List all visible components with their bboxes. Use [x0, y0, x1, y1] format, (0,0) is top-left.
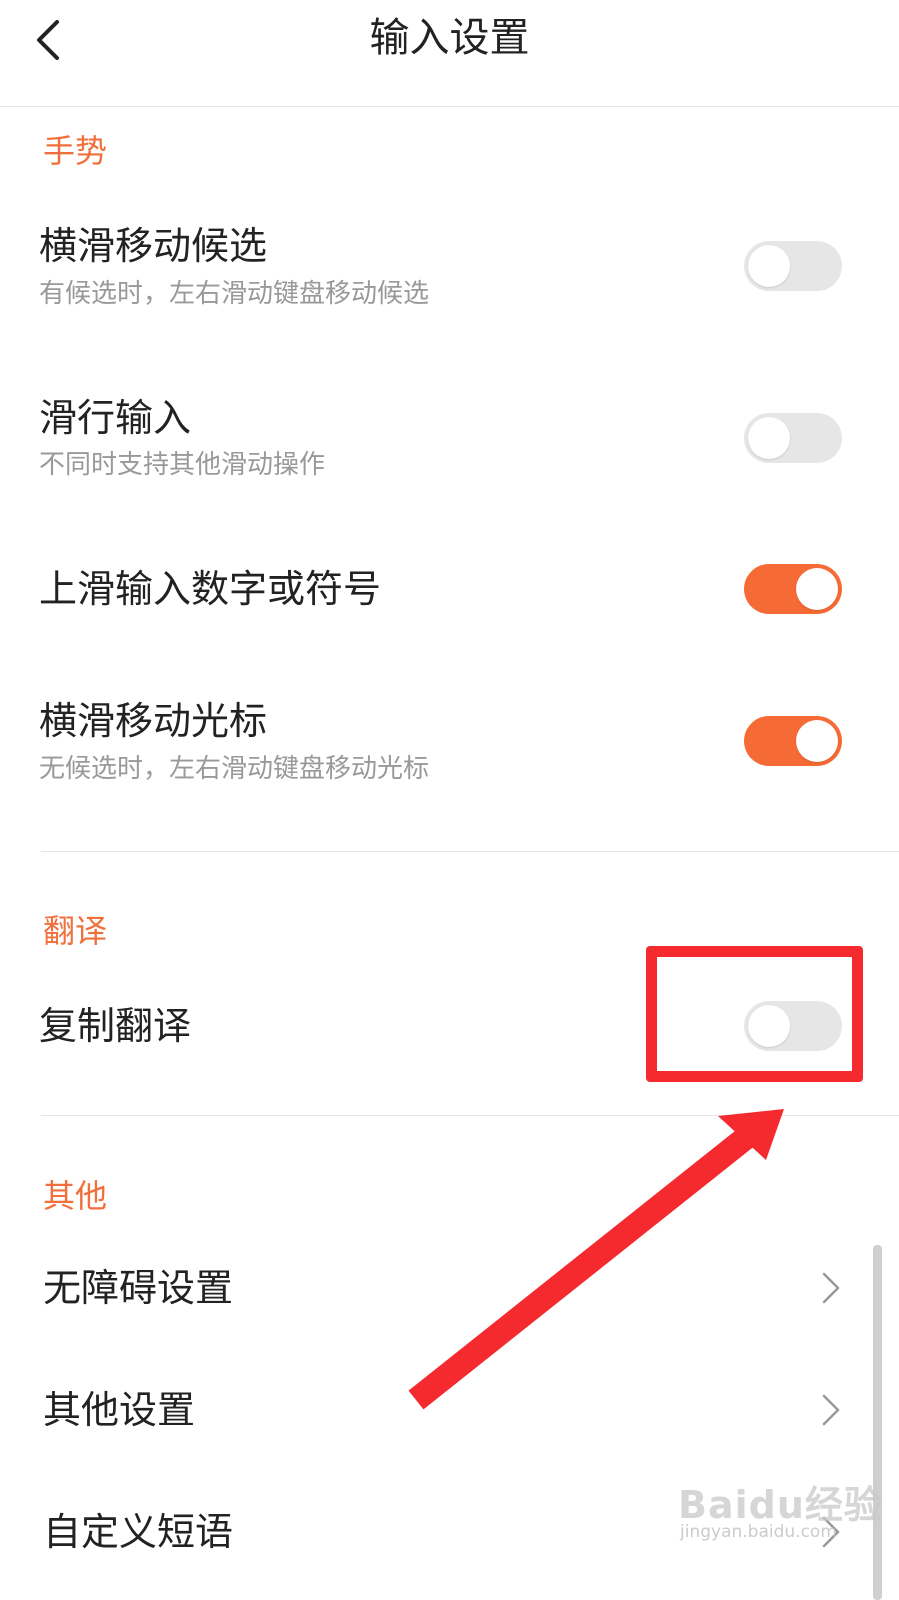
setting-subtitle: 无候选时，左右滑动键盘移动光标: [39, 754, 430, 784]
section-divider: [41, 851, 899, 852]
setting-title: 其他设置: [43, 1388, 196, 1432]
chevron-right-icon: [822, 1516, 840, 1548]
page-title: 输入设置: [369, 15, 530, 61]
toggle-swipe-up-symbols[interactable]: [744, 564, 842, 614]
header-bar: 输入设置: [0, 0, 899, 107]
setting-row-swipe-up-symbols: 上滑输入数字或符号: [0, 535, 899, 645]
toggle-knob: [796, 568, 838, 610]
chevron-right-icon: [822, 1272, 840, 1304]
setting-title: 上滑输入数字或符号: [39, 567, 382, 611]
section-title-other: 其他: [43, 1177, 108, 1215]
section-divider: [41, 1115, 899, 1116]
setting-row-swipe-cursor: 横滑移动光标 无候选时，左右滑动键盘移动光标: [0, 666, 899, 816]
setting-title: 横滑移动候选: [39, 224, 268, 268]
setting-title: 自定义短语: [43, 1510, 234, 1554]
toggle-knob: [748, 1005, 790, 1047]
setting-row-swipe-candidates: 横滑移动候选 有候选时，左右滑动键盘移动候选: [0, 190, 899, 340]
setting-row-other-settings[interactable]: 其他设置: [0, 1362, 899, 1462]
setting-row-glide-input: 滑行输入 不同时支持其他滑动操作: [0, 362, 899, 512]
section-title-gesture: 手势: [43, 132, 108, 170]
scrollbar[interactable]: [873, 1245, 882, 1600]
section-title-translate: 翻译: [43, 912, 108, 950]
setting-title: 滑行输入: [39, 396, 192, 440]
setting-row-copy-translate: 复制翻译: [0, 970, 899, 1080]
toggle-swipe-candidates[interactable]: [744, 241, 842, 291]
setting-title: 横滑移动光标: [39, 699, 268, 743]
setting-title: 无障碍设置: [43, 1266, 234, 1310]
toggle-glide-input[interactable]: [744, 413, 842, 463]
toggle-knob: [748, 417, 790, 459]
setting-row-custom-phrases[interactable]: 自定义短语: [0, 1484, 899, 1600]
setting-subtitle: 不同时支持其他滑动操作: [39, 450, 326, 480]
setting-title: 复制翻译: [39, 1004, 192, 1048]
toggle-knob: [796, 720, 838, 762]
toggle-swipe-cursor[interactable]: [744, 716, 842, 766]
toggle-knob: [748, 245, 790, 287]
setting-row-accessibility[interactable]: 无障碍设置: [0, 1240, 899, 1340]
setting-subtitle: 有候选时，左右滑动键盘移动候选: [39, 279, 430, 309]
chevron-right-icon: [822, 1394, 840, 1426]
toggle-copy-translate[interactable]: [744, 1001, 842, 1051]
